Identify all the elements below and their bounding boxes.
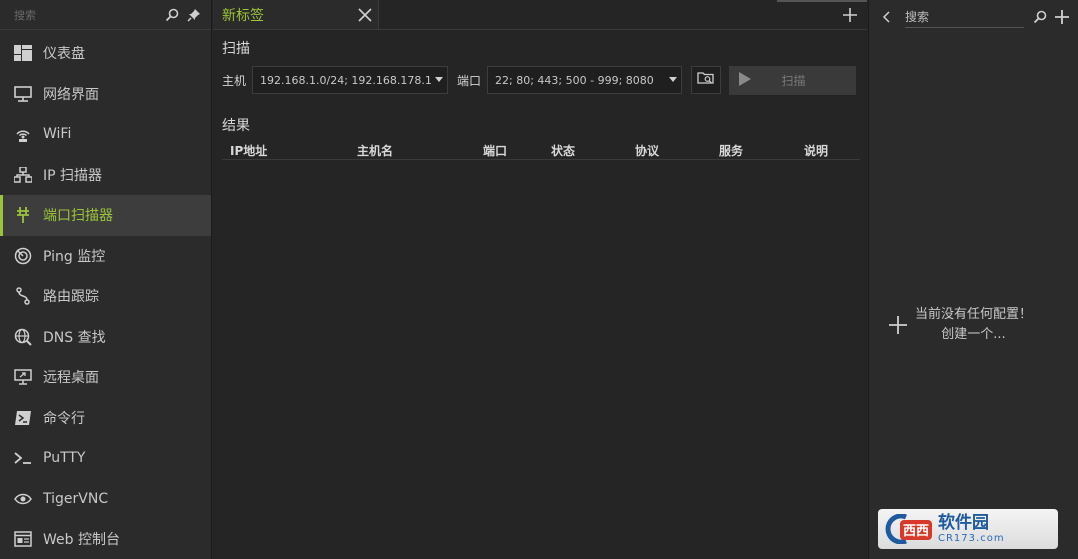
add-profile-plus-icon[interactable] <box>1052 7 1072 27</box>
watermark-logo: 西西 软件园 CR173.com <box>878 509 1058 549</box>
sidebar: 搜索 仪表盘 网络界面 WiFi IP 扫描器 端口扫描器 Ping 监控 路由… <box>0 0 212 559</box>
tab-bar: 新标签 <box>213 0 867 30</box>
sidebar-item-label: Web 控制台 <box>43 532 120 549</box>
column-hostname[interactable]: 主机名 <box>357 142 393 159</box>
column-protocol[interactable]: 协议 <box>635 142 659 159</box>
column-status[interactable]: 状态 <box>551 142 575 159</box>
web-console-icon <box>12 528 34 550</box>
host-combobox[interactable]: 192.168.1.0/24; 192.168.178.1 - <box>252 66 449 94</box>
ip-scanner-icon <box>12 164 34 186</box>
search-icon[interactable] <box>163 6 181 24</box>
profiles-search-bar: 搜索 <box>869 0 1078 34</box>
sidebar-item-label: PuTTY <box>43 450 86 467</box>
sidebar-item-dashboard[interactable]: 仪表盘 <box>0 33 211 74</box>
empty-line-2: 创建一个... <box>941 327 1006 342</box>
tab-new[interactable]: 新标签 <box>213 0 379 29</box>
sidebar-item-ip-scanner[interactable]: IP 扫描器 <box>0 155 211 196</box>
column-service[interactable]: 服务 <box>719 142 743 159</box>
profiles-panel: 搜索 当前没有任何配置！ 创建一个... <box>868 0 1078 559</box>
sidebar-item-label: IP 扫描器 <box>43 167 103 184</box>
sidebar-item-label: 仪表盘 <box>43 46 85 63</box>
folder-search-icon <box>697 71 715 89</box>
sidebar-item-label: WiFi <box>43 126 72 143</box>
sidebar-item-network-interface[interactable]: 网络界面 <box>0 74 211 115</box>
results-section-title: 结果 <box>222 118 250 134</box>
sidebar-item-web-console[interactable]: Web 控制台 <box>0 519 211 559</box>
sidebar-item-label: 命令行 <box>43 410 85 427</box>
results-table-header: IP地址 主机名 端口 状态 协议 服务 说明 <box>222 140 860 160</box>
empty-profiles-text: 当前没有任何配置！ 创建一个... <box>915 305 1032 345</box>
sidebar-item-label: DNS 查找 <box>43 329 106 346</box>
scan-form-row: 主机 192.168.1.0/24; 192.168.178.1 - 端口 22… <box>222 65 857 95</box>
add-tab-plus-icon[interactable] <box>839 4 861 26</box>
chevron-down-icon[interactable] <box>665 77 681 83</box>
scan-button-label: 扫描 <box>781 73 806 88</box>
sidebar-item-dns-lookup[interactable]: DNS 查找 <box>0 317 211 358</box>
watermark-text: 软件园 CR173.com <box>938 513 1005 545</box>
scan-section-title: 扫描 <box>222 41 250 57</box>
chevron-left-icon[interactable] <box>877 11 895 23</box>
profiles-search-input[interactable]: 搜索 <box>905 6 1024 28</box>
scan-button[interactable]: 扫描 <box>729 65 857 95</box>
sidebar-item-wifi[interactable]: WiFi <box>0 114 211 155</box>
search-icon[interactable] <box>1030 7 1050 27</box>
ping-monitor-icon <box>12 245 34 267</box>
sidebar-item-ping-monitor[interactable]: Ping 监控 <box>0 236 211 277</box>
port-value: 22; 80; 443; 500 - 999; 8080 <box>495 73 654 87</box>
watermark-site: CR173.com <box>938 533 1005 544</box>
watermark-name: 软件园 <box>938 513 989 533</box>
tigervnc-icon <box>12 488 34 510</box>
empty-profiles-message[interactable]: 当前没有任何配置！ 创建一个... <box>887 305 1032 345</box>
port-label: 端口 <box>457 73 482 88</box>
dns-lookup-icon <box>12 326 34 348</box>
pin-icon[interactable] <box>185 6 203 24</box>
dashboard-icon <box>12 42 34 64</box>
sidebar-item-port-scanner[interactable]: 端口扫描器 <box>0 195 211 236</box>
sidebar-item-traceroute[interactable]: 路由跟踪 <box>0 276 211 317</box>
main-panel: 新标签 扫描 主机 192.168.1.0/24; 192.168.178.1 … <box>213 0 867 559</box>
sidebar-search[interactable]: 搜索 <box>0 0 211 30</box>
empty-line-1: 当前没有任何配置！ <box>915 307 1033 322</box>
sidebar-item-label: 路由跟踪 <box>43 289 99 306</box>
sidebar-item-label: 端口扫描器 <box>43 208 113 225</box>
port-profile-button[interactable] <box>691 66 722 94</box>
sidebar-item-label: Ping 监控 <box>43 248 106 265</box>
sidebar-item-command-line[interactable]: 命令行 <box>0 398 211 439</box>
column-port[interactable]: 端口 <box>483 142 507 159</box>
tab-label: 新标签 <box>222 7 264 24</box>
plus-icon[interactable] <box>887 314 909 336</box>
play-icon <box>739 71 752 89</box>
column-ip-address[interactable]: IP地址 <box>230 142 267 159</box>
port-scanner-icon <box>12 204 34 226</box>
svg-text:西西: 西西 <box>903 524 929 539</box>
sidebar-item-label: TigerVNC <box>43 490 109 507</box>
host-label: 主机 <box>222 73 247 88</box>
sidebar-item-label: 网络界面 <box>43 86 99 103</box>
host-value: 192.168.1.0/24; 192.168.178.1 - <box>260 73 432 87</box>
wifi-icon <box>12 123 34 145</box>
traceroute-icon <box>12 285 34 307</box>
sidebar-item-label: 远程桌面 <box>43 370 99 387</box>
network-interface-icon <box>12 83 34 105</box>
chevron-down-icon[interactable] <box>431 77 447 83</box>
command-line-icon <box>12 407 34 429</box>
sidebar-item-putty[interactable]: PuTTY <box>0 438 211 479</box>
sidebar-item-remote-desktop[interactable]: 远程桌面 <box>0 357 211 398</box>
close-icon[interactable] <box>352 2 378 28</box>
sidebar-search-input[interactable]: 搜索 <box>14 7 159 23</box>
putty-icon <box>12 447 34 469</box>
remote-desktop-icon <box>12 366 34 388</box>
watermark-emblem-icon: 西西 <box>885 514 932 544</box>
sidebar-nav: 仪表盘 网络界面 WiFi IP 扫描器 端口扫描器 Ping 监控 路由跟踪 … <box>0 30 211 559</box>
column-description[interactable]: 说明 <box>804 142 828 159</box>
sidebar-item-tigervnc[interactable]: TigerVNC <box>0 479 211 520</box>
port-combobox[interactable]: 22; 80; 443; 500 - 999; 8080 <box>487 66 683 94</box>
